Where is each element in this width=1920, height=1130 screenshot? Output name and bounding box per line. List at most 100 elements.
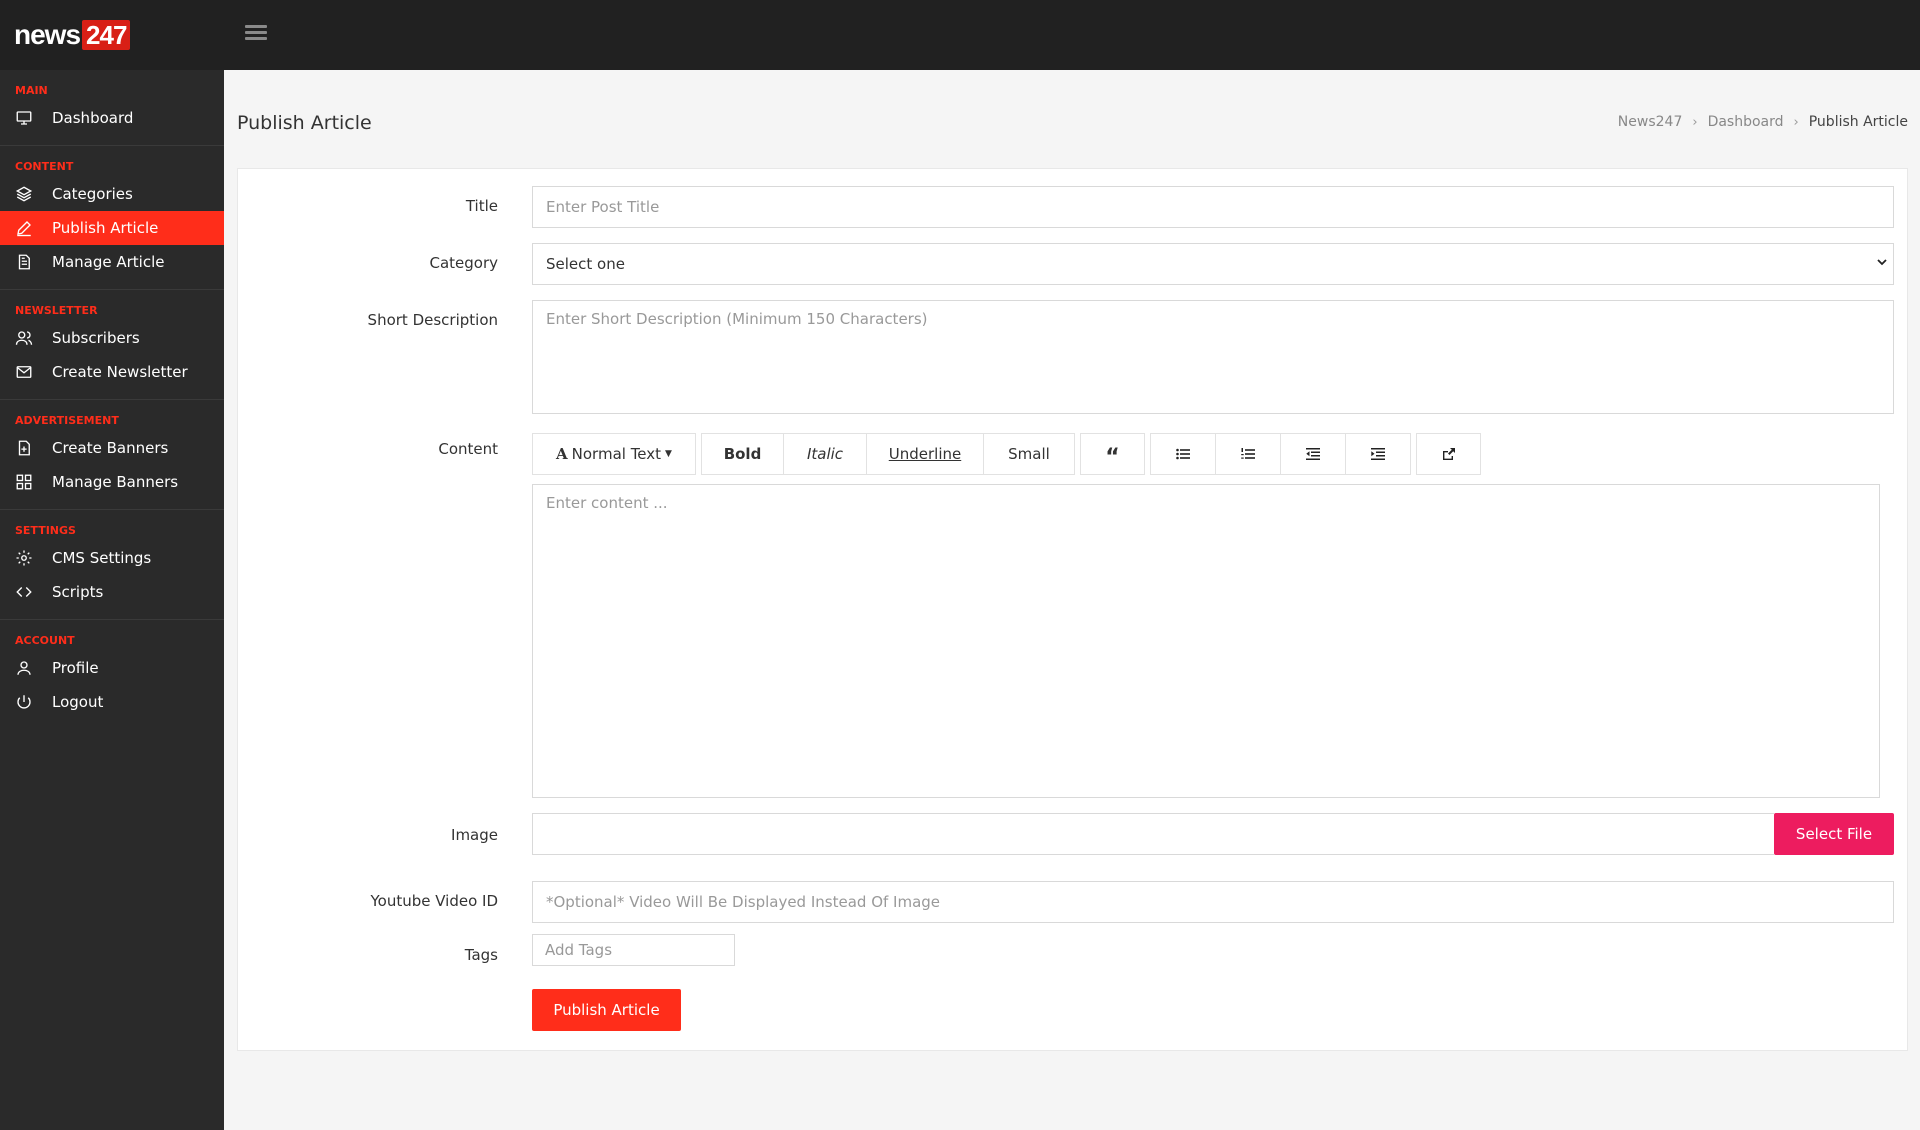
toolbar-group-format: Bold Italic Underline Small xyxy=(701,433,1075,475)
publish-form: Title Enter Post Title Category Select o… xyxy=(237,168,1908,1051)
gear-icon xyxy=(14,548,34,568)
sidebar-item-subscribers[interactable]: Subscribers xyxy=(0,321,224,355)
sidebar-item-scripts[interactable]: Scripts xyxy=(0,575,224,609)
nav-heading: NEWSLETTER xyxy=(15,304,98,317)
image-file-input[interactable] xyxy=(532,813,1774,855)
grid-icon xyxy=(14,472,34,492)
toolbar-group-quote: “ xyxy=(1080,433,1145,475)
nav-heading: SETTINGS xyxy=(15,524,76,537)
sidebar-item-manage-article[interactable]: Manage Article xyxy=(0,245,224,279)
blockquote-button[interactable]: “ xyxy=(1080,433,1145,475)
editor-toolbar: A Normal Text ▼ Bold Italic Underline Sm… xyxy=(532,433,1486,475)
sidebar-item-label: Subscribers xyxy=(52,329,140,347)
italic-button[interactable]: Italic xyxy=(783,433,867,475)
outdent-button[interactable] xyxy=(1280,433,1346,475)
youtube-video-id-input[interactable]: *Optional* Video Will Be Displayed Inste… xyxy=(532,881,1894,923)
insert-link-button[interactable] xyxy=(1416,433,1481,475)
unordered-list-button[interactable] xyxy=(1150,433,1216,475)
code-icon xyxy=(14,582,34,602)
sidebar-item-create-banners[interactable]: Create Banners xyxy=(0,431,224,465)
sidebar-item-label: Dashboard xyxy=(52,109,134,127)
users-icon xyxy=(14,328,34,348)
bold-button[interactable]: Bold xyxy=(701,433,784,475)
sidebar-item-label: Create Banners xyxy=(52,439,169,457)
title-input[interactable]: Enter Post Title xyxy=(532,186,1894,228)
sidebar-item-label: Create Newsletter xyxy=(52,363,188,381)
sidebar-item-profile[interactable]: Profile xyxy=(0,651,224,685)
content-editor[interactable]: Enter content ... xyxy=(532,484,1880,798)
nav-section-advertisement: ADVERTISEMENT Create Banners Manage Bann… xyxy=(0,400,224,510)
underline-button[interactable]: Underline xyxy=(866,433,984,475)
logo[interactable]: news 247 xyxy=(14,18,131,52)
nav-heading: MAIN xyxy=(15,84,48,97)
nav-section-account: ACCOUNT Profile Logout xyxy=(0,620,224,729)
page-title: Publish Article xyxy=(237,112,372,134)
breadcrumb-item[interactable]: Dashboard xyxy=(1708,114,1784,130)
user-icon xyxy=(14,658,34,678)
indent-icon xyxy=(1371,448,1385,460)
quote-icon: “ xyxy=(1105,445,1120,470)
normal-text-label: Normal Text xyxy=(571,445,662,463)
publish-article-button[interactable]: Publish Article xyxy=(532,989,681,1031)
image-label: Image xyxy=(451,826,498,844)
toolbar-group-lists xyxy=(1150,433,1411,475)
sidebar: MAIN Dashboard CONTENT Categories Publis… xyxy=(0,70,224,1130)
toolbar-group-style: A Normal Text ▼ xyxy=(532,433,696,475)
share-icon xyxy=(1442,448,1455,460)
sidebar-item-cms-settings[interactable]: CMS Settings xyxy=(0,541,224,575)
sidebar-item-label: Manage Banners xyxy=(52,473,179,491)
layers-icon xyxy=(14,184,34,204)
sidebar-item-manage-banners[interactable]: Manage Banners xyxy=(0,465,224,499)
list-ol-icon xyxy=(1241,448,1255,459)
small-button[interactable]: Small xyxy=(983,433,1075,475)
sidebar-item-categories[interactable]: Categories xyxy=(0,177,224,211)
normal-text-dropdown[interactable]: A Normal Text ▼ xyxy=(532,433,696,475)
category-label: Category xyxy=(429,254,498,272)
power-icon xyxy=(14,692,34,712)
short-description-label: Short Description xyxy=(367,311,498,329)
select-file-button[interactable]: Select File xyxy=(1774,813,1894,855)
sidebar-item-label: Logout xyxy=(52,693,104,711)
document-icon xyxy=(14,252,34,272)
youtube-label: Youtube Video ID xyxy=(370,892,498,910)
chevron-right-icon: › xyxy=(1793,114,1799,130)
nav-section-content: CONTENT Categories Publish Article Manag… xyxy=(0,146,224,290)
list-ul-icon xyxy=(1176,448,1190,460)
category-select[interactable]: Select one xyxy=(532,243,1894,285)
breadcrumb-item[interactable]: News247 xyxy=(1618,114,1683,130)
sidebar-item-label: Manage Article xyxy=(52,253,165,271)
image-upload: Select File xyxy=(532,813,1894,855)
short-description-textarea[interactable]: Enter Short Description (Minimum 150 Cha… xyxy=(532,300,1894,414)
nav-heading: ACCOUNT xyxy=(15,634,75,647)
nav-section-settings: SETTINGS CMS Settings Scripts xyxy=(0,510,224,620)
nav-section-newsletter: NEWSLETTER Subscribers Create Newsletter xyxy=(0,290,224,400)
caret-down-icon: ▼ xyxy=(665,449,672,459)
sidebar-item-publish-article[interactable]: Publish Article xyxy=(0,211,224,245)
ordered-list-button[interactable] xyxy=(1215,433,1281,475)
indent-button[interactable] xyxy=(1345,433,1411,475)
toolbar-group-link xyxy=(1416,433,1481,475)
pencil-icon xyxy=(14,218,34,238)
title-label: Title xyxy=(465,197,498,215)
chevron-down-icon xyxy=(1877,259,1887,266)
menu-toggle-icon[interactable] xyxy=(245,22,267,44)
outdent-icon xyxy=(1306,448,1320,460)
nav-heading: CONTENT xyxy=(15,160,74,173)
content-label: Content xyxy=(438,440,498,458)
sidebar-item-label: CMS Settings xyxy=(52,549,152,567)
logo-text: news xyxy=(14,19,81,50)
sidebar-item-create-newsletter[interactable]: Create Newsletter xyxy=(0,355,224,389)
category-selected-value: Select one xyxy=(546,255,625,273)
file-plus-icon xyxy=(14,438,34,458)
top-bar: news 247 xyxy=(0,0,1920,70)
breadcrumb-current: Publish Article xyxy=(1808,114,1908,130)
tags-input[interactable]: Add Tags xyxy=(532,934,735,966)
sidebar-item-label: Profile xyxy=(52,659,99,677)
tags-label: Tags xyxy=(464,946,498,964)
sidebar-item-dashboard[interactable]: Dashboard xyxy=(0,101,224,135)
sidebar-item-label: Scripts xyxy=(52,583,104,601)
sidebar-item-label: Categories xyxy=(52,185,133,203)
monitor-icon xyxy=(14,108,34,128)
sidebar-item-logout[interactable]: Logout xyxy=(0,685,224,719)
font-icon: A xyxy=(556,445,568,463)
